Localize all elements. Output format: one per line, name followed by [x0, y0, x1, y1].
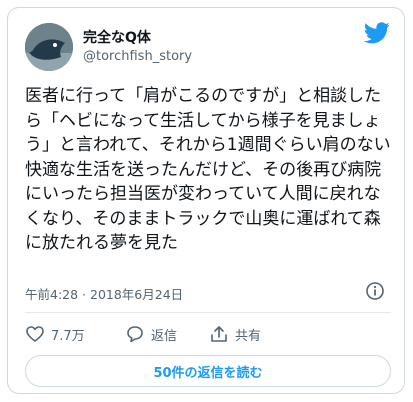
info-icon[interactable]: [365, 281, 385, 301]
tweet-meta: 午前4:28 · 2018年6月24日: [25, 281, 391, 303]
tweet-text: 医者に行って「肩がこるのですが」と相談したら「ヘビになって生活してから様子を見ま…: [25, 86, 391, 253]
tweet-timestamp[interactable]: 午前4:28 · 2018年6月24日: [25, 284, 183, 303]
reply-button[interactable]: 返信: [125, 321, 177, 347]
twitter-bird-icon[interactable]: [364, 22, 390, 44]
like-button[interactable]: 7.7万: [25, 321, 85, 347]
author-handle[interactable]: @torchfish_story: [83, 49, 192, 64]
author-display-name[interactable]: 完全なQ体: [83, 27, 151, 47]
avatar-fish-image: [25, 23, 73, 71]
like-count: 7.7万: [51, 328, 85, 344]
avatar[interactable]: [25, 23, 73, 71]
tweet-card: 完全なQ体 @torchfish_story 医者に行って「肩がこるのですが」と…: [7, 7, 405, 394]
share-button[interactable]: 共有: [209, 321, 261, 347]
action-bar: 7.7万 返信 共有: [25, 321, 391, 347]
heart-icon: [26, 326, 44, 342]
reply-label: 返信: [151, 328, 178, 344]
share-icon: [211, 326, 227, 342]
divider: [25, 312, 391, 313]
read-replies-label: 50件の返信を読む: [153, 365, 263, 381]
share-label: 共有: [235, 328, 262, 344]
read-replies-button[interactable]: 50件の返信を読む: [25, 355, 391, 387]
reply-bubble-icon: [127, 326, 143, 343]
